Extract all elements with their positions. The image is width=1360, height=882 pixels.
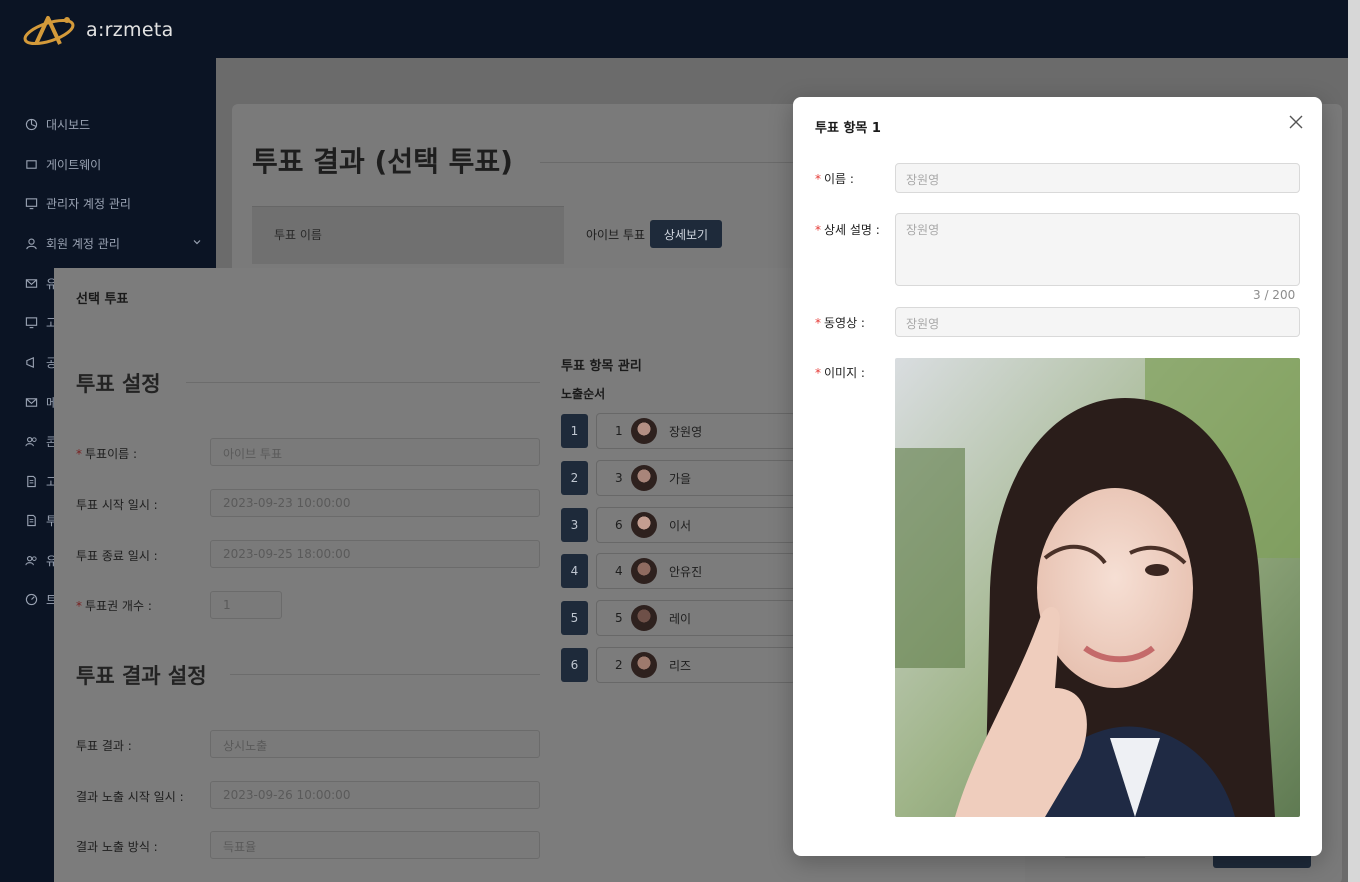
name-label: * 이름 : xyxy=(815,172,854,186)
sidebar-item-label: 관리자 계정 관리 xyxy=(46,197,131,211)
close-icon[interactable] xyxy=(1287,113,1305,131)
user-group-icon xyxy=(24,554,38,568)
dashboard-icon xyxy=(24,593,38,607)
mail-icon xyxy=(24,396,38,410)
monitor-icon xyxy=(24,316,38,330)
vote-item-name: 장원영 xyxy=(669,424,703,439)
item-video-input[interactable]: 장원영 xyxy=(895,307,1300,337)
display-order-title: 노출순서 xyxy=(561,387,606,401)
vote-item-row[interactable]: 6 이서 xyxy=(596,507,796,543)
order-number-badge[interactable]: 6 xyxy=(561,648,588,682)
sidebar-item[interactable]: 게이트웨이 xyxy=(24,156,202,173)
item-image[interactable] xyxy=(895,358,1300,817)
sidebar-item-label: 게이트웨이 xyxy=(46,158,102,172)
megaphone-icon xyxy=(24,356,38,370)
field-label-end: 투표 종료 일시 : xyxy=(76,549,158,563)
vote-item-name: 안유진 xyxy=(669,564,703,579)
table-cell-vote-name: 아이브 투표 xyxy=(586,228,646,242)
page-scrollbar[interactable] xyxy=(1348,0,1360,882)
vote-item-row[interactable]: 3 가을 xyxy=(596,460,796,496)
avatar xyxy=(631,465,657,491)
vote-item-name: 리즈 xyxy=(669,658,692,673)
vote-item-row[interactable]: 2 리즈 xyxy=(596,647,796,683)
gateway-icon xyxy=(24,158,38,172)
avatar xyxy=(631,558,657,584)
image-label: * 이미지 : xyxy=(815,366,865,380)
order-number-badge[interactable]: 4 xyxy=(561,554,588,588)
monitor-icon xyxy=(24,197,38,211)
item-modal-title: 투표 항목 1 xyxy=(815,121,881,136)
vote-item-name: 가을 xyxy=(669,471,692,486)
result-section-title: 투표 결과 설정 xyxy=(76,664,207,688)
avatar xyxy=(631,652,657,678)
field-label-vote-count: * 투표권 개수 : xyxy=(76,599,152,613)
vote-item-index: 5 xyxy=(615,611,623,625)
field-label-result-start: 결과 노출 시작 일시 : xyxy=(76,790,184,804)
chart-pie-icon xyxy=(24,118,38,132)
detail-button[interactable]: 상세보기 xyxy=(650,220,722,248)
avatar xyxy=(631,605,657,631)
order-number-badge[interactable]: 2 xyxy=(561,461,588,495)
section-divider xyxy=(186,382,540,383)
top-bar: a:rzmeta xyxy=(0,0,1360,58)
sidebar-item[interactable]: 관리자 계정 관리 xyxy=(24,195,202,212)
vote-count-input[interactable]: 1 xyxy=(210,591,282,619)
vote-end-input[interactable]: 2023-09-25 18:00:00 xyxy=(210,540,540,568)
field-label-start: 투표 시작 일시 : xyxy=(76,498,158,512)
result-start-input[interactable]: 2023-09-26 10:00:00 xyxy=(210,781,540,809)
vote-name-input[interactable]: 아이브 투표 xyxy=(210,438,540,466)
field-label-result-method: 결과 노출 방식 : xyxy=(76,840,158,854)
item-description-textarea[interactable]: 장원영 xyxy=(895,213,1300,286)
vote-item-row[interactable]: 5 레이 xyxy=(596,600,796,636)
vote-item-name: 이서 xyxy=(669,518,692,533)
vote-item-index: 3 xyxy=(615,471,623,485)
vote-item-row[interactable]: 1 장원영 xyxy=(596,413,796,449)
sidebar-item-label: 대시보드 xyxy=(46,118,91,132)
vote-item-name: 레이 xyxy=(669,611,692,626)
vote-item-index: 6 xyxy=(615,518,623,532)
chevron-down-icon xyxy=(192,237,202,250)
app-logo[interactable]: a:rzmeta xyxy=(22,12,174,48)
section-divider xyxy=(230,674,540,675)
vote-item-index: 2 xyxy=(615,658,623,672)
sidebar-item[interactable]: 회원 계정 관리 xyxy=(24,235,202,252)
document-icon xyxy=(24,514,38,528)
document-icon xyxy=(24,475,38,489)
title-divider xyxy=(540,162,810,163)
table-header-vote-name: 투표 이름 xyxy=(274,228,322,242)
video-label: * 동영상 : xyxy=(815,316,865,330)
character-counter: 3 / 200 xyxy=(1253,288,1296,302)
vote-modal-title: 선택 투표 xyxy=(76,292,129,307)
mail-icon xyxy=(24,277,38,291)
logo-icon xyxy=(23,16,75,46)
logo-text: a:rzmeta xyxy=(86,19,174,41)
order-number-badge[interactable]: 1 xyxy=(561,414,588,448)
user-group-icon xyxy=(24,435,38,449)
item-management-title: 투표 항목 관리 xyxy=(561,359,642,374)
avatar xyxy=(631,418,657,444)
page-title: 투표 결과 (선택 투표) xyxy=(252,145,513,178)
result-method-input[interactable]: 득표율 xyxy=(210,831,540,859)
field-label-vote-name: * 투표이름 : xyxy=(76,447,138,461)
sidebar-item[interactable]: 대시보드 xyxy=(24,116,202,133)
field-label-result: 투표 결과 : xyxy=(76,739,132,753)
description-label: * 상세 설명 : xyxy=(815,223,880,237)
avatar xyxy=(631,512,657,538)
order-number-badge[interactable]: 5 xyxy=(561,601,588,635)
item-modal: 투표 항목 1 * 이름 : 장원영 * 상세 설명 : 장원영 3 / 200 *… xyxy=(793,97,1322,856)
item-name-input[interactable]: 장원영 xyxy=(895,163,1300,193)
vote-item-row[interactable]: 4 안유진 xyxy=(596,553,796,589)
vote-start-input[interactable]: 2023-09-23 10:00:00 xyxy=(210,489,540,517)
sidebar-item-label: 회원 계정 관리 xyxy=(46,237,120,251)
user-icon xyxy=(24,237,38,251)
vote-item-index: 1 xyxy=(615,424,623,438)
settings-section-title: 투표 설정 xyxy=(76,372,161,396)
result-input[interactable]: 상시노출 xyxy=(210,730,540,758)
vote-item-index: 4 xyxy=(615,564,623,578)
order-number-badge[interactable]: 3 xyxy=(561,508,588,542)
